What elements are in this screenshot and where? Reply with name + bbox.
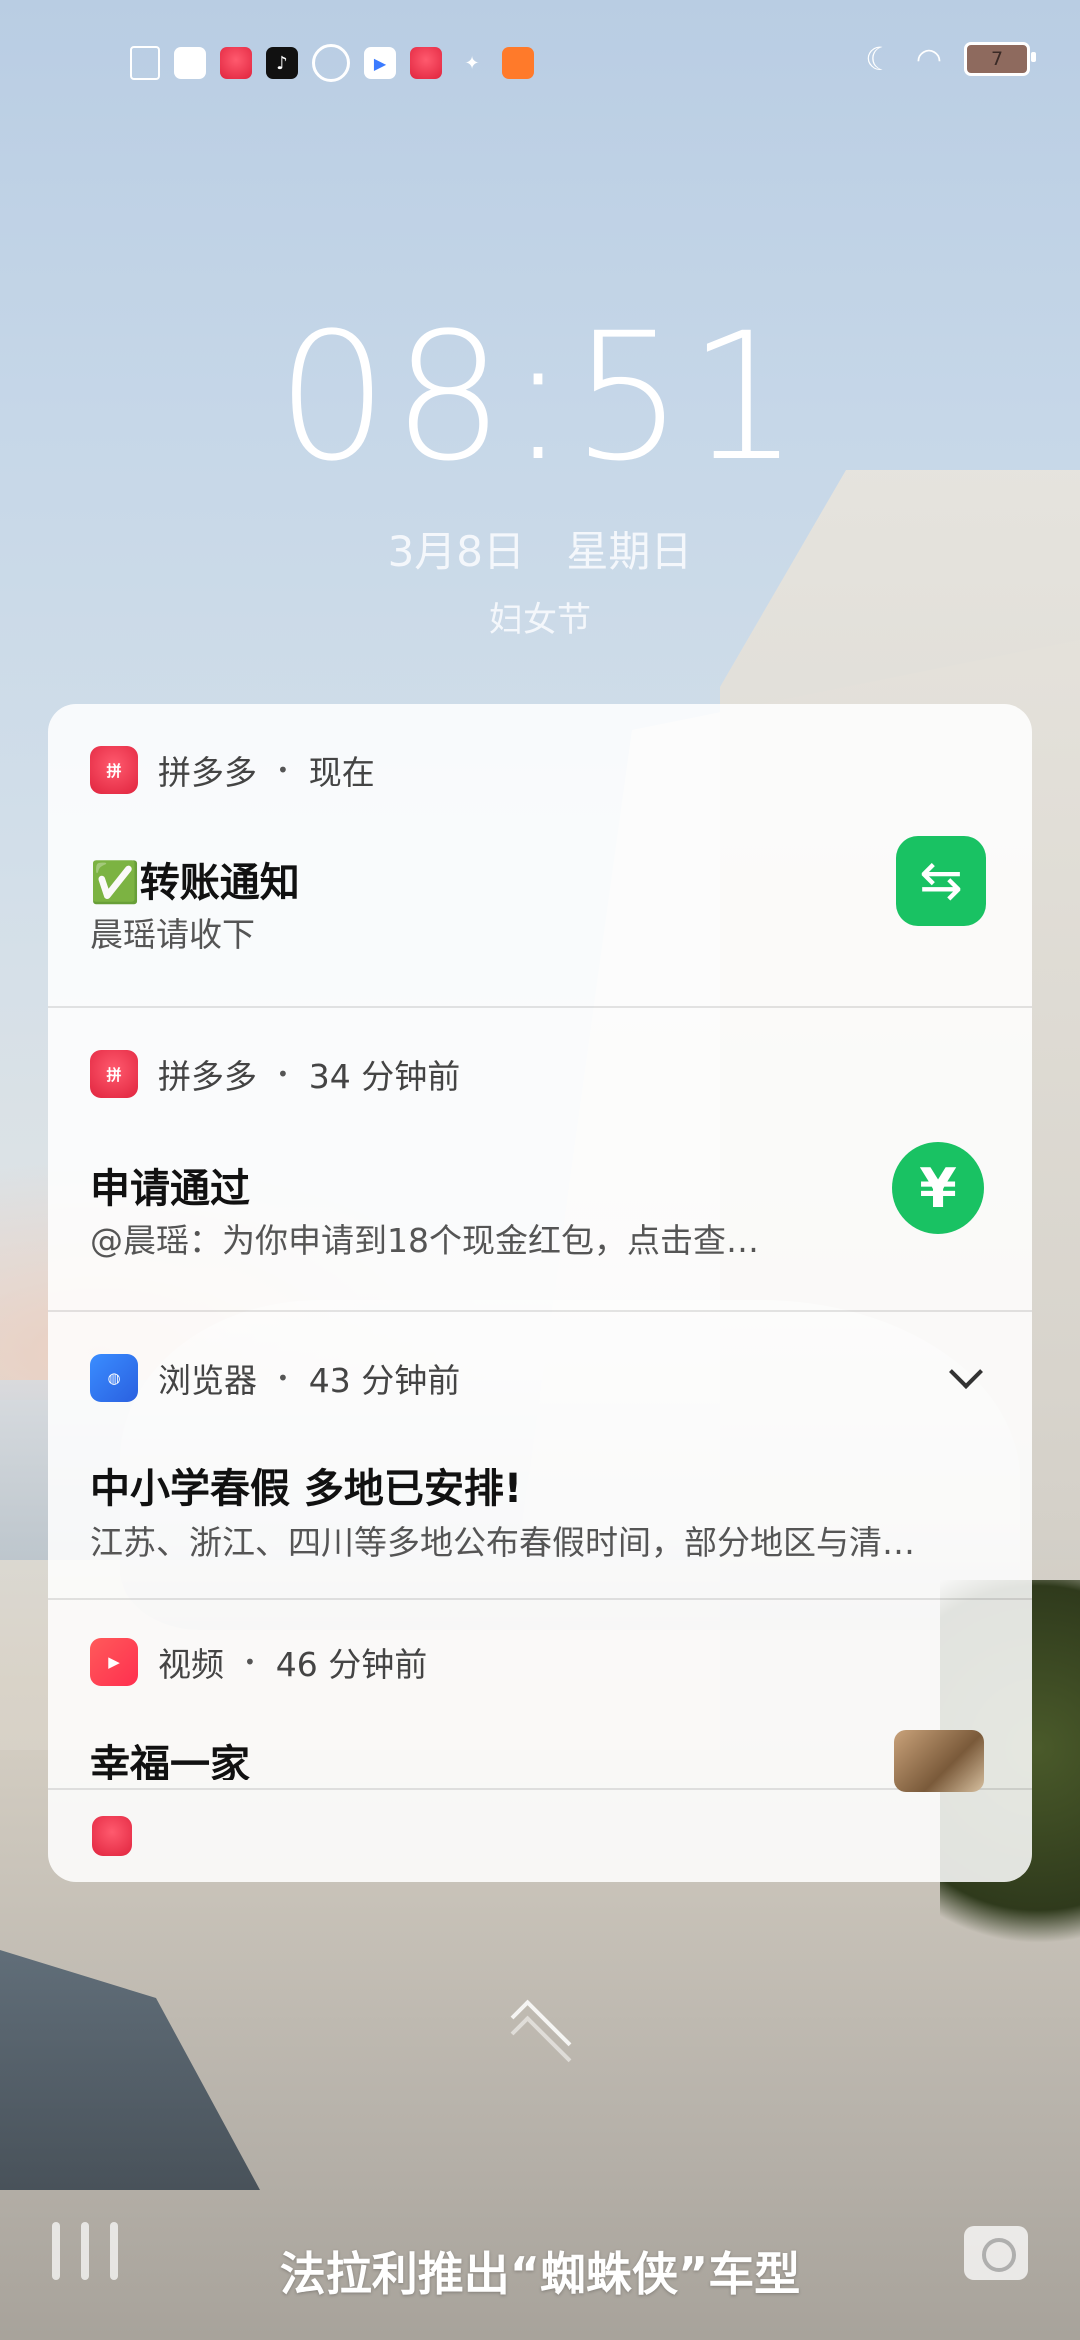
notification-header: 拼 拼多多 • 34 分钟前 [90, 1050, 460, 1098]
notification-title: 申请通过 [90, 1166, 250, 1212]
notification-item[interactable]: ▶ 视频 • 46 分钟前 幸福一家 [48, 1600, 1032, 1792]
separator-dot: • [277, 1366, 289, 1390]
pinduoduo-icon: 拼 [90, 746, 138, 794]
festival-text: 妇女节 [489, 600, 591, 640]
notification-header: ▶ 视频 • 46 分钟前 [90, 1638, 427, 1686]
flame-icon: ✦ [464, 52, 480, 74]
notification-time: 43 分钟前 [308, 1361, 461, 1400]
video-icon: ▶ [90, 1638, 138, 1686]
battery-level: 7 [990, 48, 1004, 70]
notification-time: 46 分钟前 [275, 1645, 428, 1684]
battery-icon: 7 [964, 42, 1036, 76]
notification-title: 中小学春假 多地已安排! [90, 1466, 523, 1512]
pinduoduo-icon: 拼 [90, 1050, 138, 1098]
notification-app-name: 拼多多 [158, 1057, 257, 1096]
lockscreen-clock: 08:51 [276, 295, 804, 500]
notification-body: 晨瑶请收下 [90, 915, 255, 954]
notification-app-name: 视频 [158, 1645, 224, 1684]
tiktok-icon: ♪ [266, 47, 298, 79]
notification-header: ◍ 浏览器 • 43 分钟前 [90, 1354, 460, 1402]
notification-panel[interactable]: 拼 拼多多 • 现在 ✅转账通知 晨瑶请收下 ⇆ 拼 拼多多 • 34 分钟前 … [48, 704, 1032, 1882]
date-text: 3月8日 [387, 527, 526, 576]
notification-time: 现在 [308, 753, 375, 792]
notification-title: ✅转账通知 [90, 860, 300, 906]
yuan-icon[interactable]: ¥ [892, 1142, 984, 1234]
more-notifications-row[interactable] [92, 1816, 132, 1856]
notification-item[interactable]: 拼 拼多多 • 现在 ✅转账通知 晨瑶请收下 ⇆ [48, 704, 1032, 1008]
status-bar: ♪ ▶ ✦ ☾ ◠ 7 [0, 0, 1080, 120]
weekday-text: 星期日 [566, 527, 693, 576]
status-app-icons: ♪ ▶ ✦ [130, 44, 534, 82]
status-right: ☾ ◠ 7 [865, 40, 1036, 78]
notification-app-name: 浏览器 [158, 1361, 257, 1400]
notification-time: 34 分钟前 [308, 1057, 461, 1096]
video-thumbnail [894, 1730, 984, 1792]
pinduoduo-38-icon [220, 47, 252, 79]
transfer-arrows-icon[interactable]: ⇆ [896, 836, 986, 926]
sim-card-icon [130, 46, 160, 80]
pinduoduo-icon [92, 1816, 132, 1856]
lockscreen-headline[interactable]: 法拉利推出“蜘蛛侠”车型 [0, 2238, 1080, 2304]
browser-icon: ◍ [90, 1354, 138, 1402]
separator-dot: • [277, 1062, 289, 1086]
store-icon [410, 47, 442, 79]
separator-dot: • [277, 758, 289, 782]
notification-item[interactable]: 拼 拼多多 • 34 分钟前 申请通过 @晨瑶：为你申请到18个现金红包，点击查… [48, 1008, 1032, 1312]
separator-dot: • [244, 1650, 256, 1674]
moon-icon: ☾ [865, 40, 894, 78]
swipe-up-chevron-icon[interactable] [500, 1999, 580, 2077]
notification-app-name: 拼多多 [158, 753, 257, 792]
notification-body: @晨瑶：为你申请到18个现金红包，点击查… [90, 1221, 759, 1260]
notification-body: 江苏、浙江、四川等多地公布春假时间，部分地区与清… [90, 1523, 915, 1562]
wifi-icon: ◠ [915, 41, 942, 77]
notification-header: 拼 拼多多 • 现在 [90, 746, 375, 794]
lockscreen-date: 3月8日 星期日 [0, 518, 1080, 579]
notification-item[interactable]: ◍ 浏览器 • 43 分钟前 中小学春假 多地已安排! 江苏、浙江、四川等多地公… [48, 1312, 1032, 1600]
browser-orbit-icon [312, 44, 350, 82]
chevron-down-icon[interactable] [949, 1355, 983, 1389]
white-square-icon [174, 47, 206, 79]
notification-title: 幸福一家 [90, 1742, 250, 1780]
orange-app-icon [502, 47, 534, 79]
video-play-icon: ▶ [364, 47, 396, 79]
